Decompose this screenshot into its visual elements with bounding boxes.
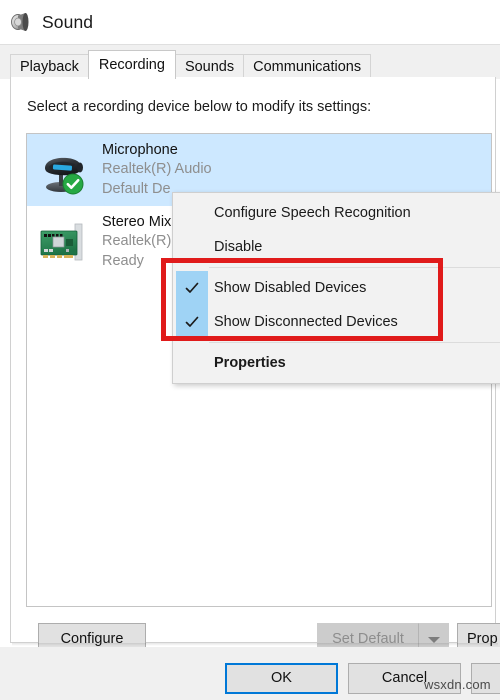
menu-gutter	[176, 346, 208, 380]
check-icon	[185, 316, 199, 327]
menu-gutter	[176, 230, 208, 264]
device-info-microphone: Microphone Realtek(R) Audio Default De	[102, 141, 212, 199]
context-menu[interactable]: Configure Speech Recognition Disable Sho…	[172, 192, 500, 384]
menu-separator	[209, 267, 500, 268]
menu-item-label: Properties	[214, 355, 286, 371]
ok-button[interactable]: OK	[225, 663, 338, 694]
sound-card-icon	[37, 215, 91, 269]
menu-gutter	[176, 271, 208, 305]
device-name: Microphone	[102, 142, 178, 159]
device-status: Ready	[102, 252, 144, 269]
menu-item-label: Disable	[214, 239, 263, 255]
panel-shadow	[12, 643, 498, 646]
menu-item-show-disabled-devices[interactable]: Show Disabled Devices	[173, 271, 500, 305]
device-driver: Realtek(R) Audio	[102, 161, 212, 178]
title-bar: Sound	[0, 0, 500, 44]
menu-item-disable[interactable]: Disable	[173, 230, 500, 264]
check-icon	[185, 282, 199, 293]
menu-item-label: Show Disabled Devices	[214, 280, 367, 296]
speaker-icon	[9, 10, 33, 34]
device-info-stereo-mix: Stereo Mix Realtek(R) Ready	[102, 213, 171, 271]
menu-item-label: Show Disconnected Devices	[214, 314, 398, 330]
menu-item-show-disconnected-devices[interactable]: Show Disconnected Devices	[173, 305, 500, 339]
tab-recording[interactable]: Recording	[87, 50, 176, 79]
menu-item-configure-speech-recognition[interactable]: Configure Speech Recognition	[173, 196, 500, 230]
tab-communications[interactable]: Communications	[243, 54, 372, 79]
menu-gutter	[176, 305, 208, 339]
menu-gutter	[176, 196, 208, 230]
menu-separator	[209, 342, 500, 343]
device-driver: Realtek(R)	[102, 233, 172, 250]
watermark: wsxdn.com	[424, 677, 491, 692]
device-name: Stereo Mix	[102, 214, 172, 231]
window-title: Sound	[42, 11, 94, 32]
tab-sounds[interactable]: Sounds	[174, 54, 245, 79]
tab-playback[interactable]: Playback	[10, 54, 89, 79]
tab-strip: Playback Recording Sounds Communications	[0, 44, 500, 79]
menu-item-label: Configure Speech Recognition	[214, 205, 411, 221]
microphone-icon	[37, 143, 91, 197]
instruction-text: Select a recording device below to modif…	[27, 99, 372, 115]
menu-item-properties[interactable]: Properties	[173, 346, 500, 380]
